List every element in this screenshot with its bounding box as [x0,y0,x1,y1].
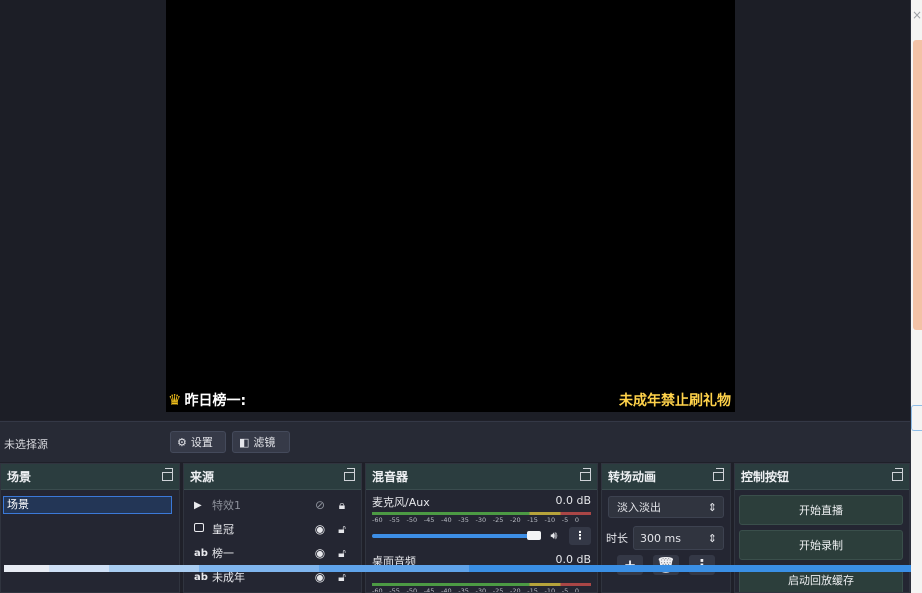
updown-chevron-icon: ⇕ [707,500,717,514]
progress-bar [0,562,922,574]
lock-icon[interactable]: 🔒︎ [331,498,353,513]
mixer-channel-mic: 麦克风/Aux 0.0 dB -60 -55 -50 -45 -40 -35 -30 -25-… [366,490,597,545]
source-filters-button[interactable]: ◧ 滤镜 [232,431,290,453]
filter-icon: ◧ [239,435,250,449]
more-options-icon[interactable]: ⋮ [569,527,591,545]
source-row-effect[interactable]: ▶ 特效1 ⊘ 🔒︎ [184,493,361,517]
scenes-dock-title: 场景 [7,470,32,484]
eye-icon[interactable]: ◉ [309,546,331,560]
undock-icon[interactable] [162,468,173,481]
source-filters-label: 滤镜 [253,436,276,449]
obs-window: ♛ 昨日榜一: 未成年禁止刷礼物 未选择源 ⚙ 设置 ◧ 滤镜 场景 场景 来源 [0,0,911,593]
context-bar: 未选择源 ⚙ 设置 ◧ 滤镜 [0,421,910,462]
unlock-icon[interactable]: 🔓︎ [331,546,353,561]
transitions-dock-header: 转场动画 [602,464,730,490]
unlock-icon[interactable]: 🔓︎ [331,522,353,537]
close-icon[interactable]: × [912,8,922,22]
scene-list-item[interactable]: 场景 [3,496,172,514]
transition-select[interactable]: 淡入淡出 ⇕ [608,496,724,518]
overlay-text-minor-warning: 未成年禁止刷礼物 [619,393,731,409]
scene-item-label: 场景 [7,498,29,511]
source-settings-button[interactable]: ⚙ 设置 [170,431,226,453]
transition-selected: 淡入淡出 [617,501,661,514]
source-row-crown[interactable]: 皇冠 ◉ 🔓︎ [184,517,361,541]
overlay-left-label: 昨日榜一: [184,393,247,409]
undock-icon[interactable] [713,468,724,481]
source-name: 皇冠 [212,523,234,536]
eye-icon[interactable]: ◉ [309,522,331,536]
channel-name: 麦克风/Aux [372,496,430,509]
start-streaming-button[interactable]: 开始直播 [739,495,903,525]
sources-dock-title: 来源 [190,470,215,484]
source-name: 特效1 [212,499,241,512]
volume-meter [372,512,591,515]
controls-dock-header: 控制按钮 [735,464,909,490]
no-source-label: 未选择源 [4,438,48,451]
preview-canvas[interactable]: ♛ 昨日榜一: 未成年禁止刷礼物 [166,0,735,412]
overlay-text-top-fan: ♛ 昨日榜一: [168,390,246,410]
controls-dock-title: 控制按钮 [741,470,790,484]
undock-icon[interactable] [892,468,903,481]
text-source-icon: ab [194,547,208,559]
duration-spinbox[interactable]: 300 ms ⇕ [633,526,724,550]
background-window-panel [913,40,922,330]
undock-icon[interactable] [344,468,355,481]
background-window-input [911,405,922,431]
source-name: 榜一 [212,547,234,560]
meter-scale: -60 -55 -50 -45 -40 -35 -30 -25 -20 -15 -10 -5 0 [372,516,579,524]
spin-chevron-icon[interactable]: ⇕ [708,532,717,545]
start-recording-button[interactable]: 开始录制 [739,530,903,560]
eye-hidden-icon[interactable]: ⊘ [309,498,331,512]
image-source-icon [194,523,212,535]
sources-dock-header: 来源 [184,464,361,490]
speaker-icon[interactable]: 🔊︎ [545,529,563,543]
gear-icon: ⚙ [177,435,187,449]
duration-value: 300 ms [640,531,681,545]
media-source-icon: ▶ [194,499,202,511]
transitions-dock-title: 转场动画 [608,470,657,484]
mixer-dock-header: 混音器 [366,464,597,490]
crown-icon: ♛ [168,391,182,409]
mixer-dock-title: 混音器 [372,470,409,484]
undock-icon[interactable] [580,468,591,481]
slider-handle[interactable] [527,531,541,540]
volume-slider[interactable] [372,531,541,540]
progress-fill [4,565,922,572]
channel-db: 0.0 dB [555,494,591,507]
duration-label: 时长 [606,532,628,545]
volume-meter [372,583,591,586]
scenes-dock-header: 场景 [1,464,179,490]
preview-area: ♛ 昨日榜一: 未成年禁止刷礼物 [0,0,910,420]
source-settings-label: 设置 [190,436,213,449]
meter-scale: -60 -55 -50 -45 -40 -35 -30 -25 -20 -15 -10 -5 0 [372,587,579,593]
